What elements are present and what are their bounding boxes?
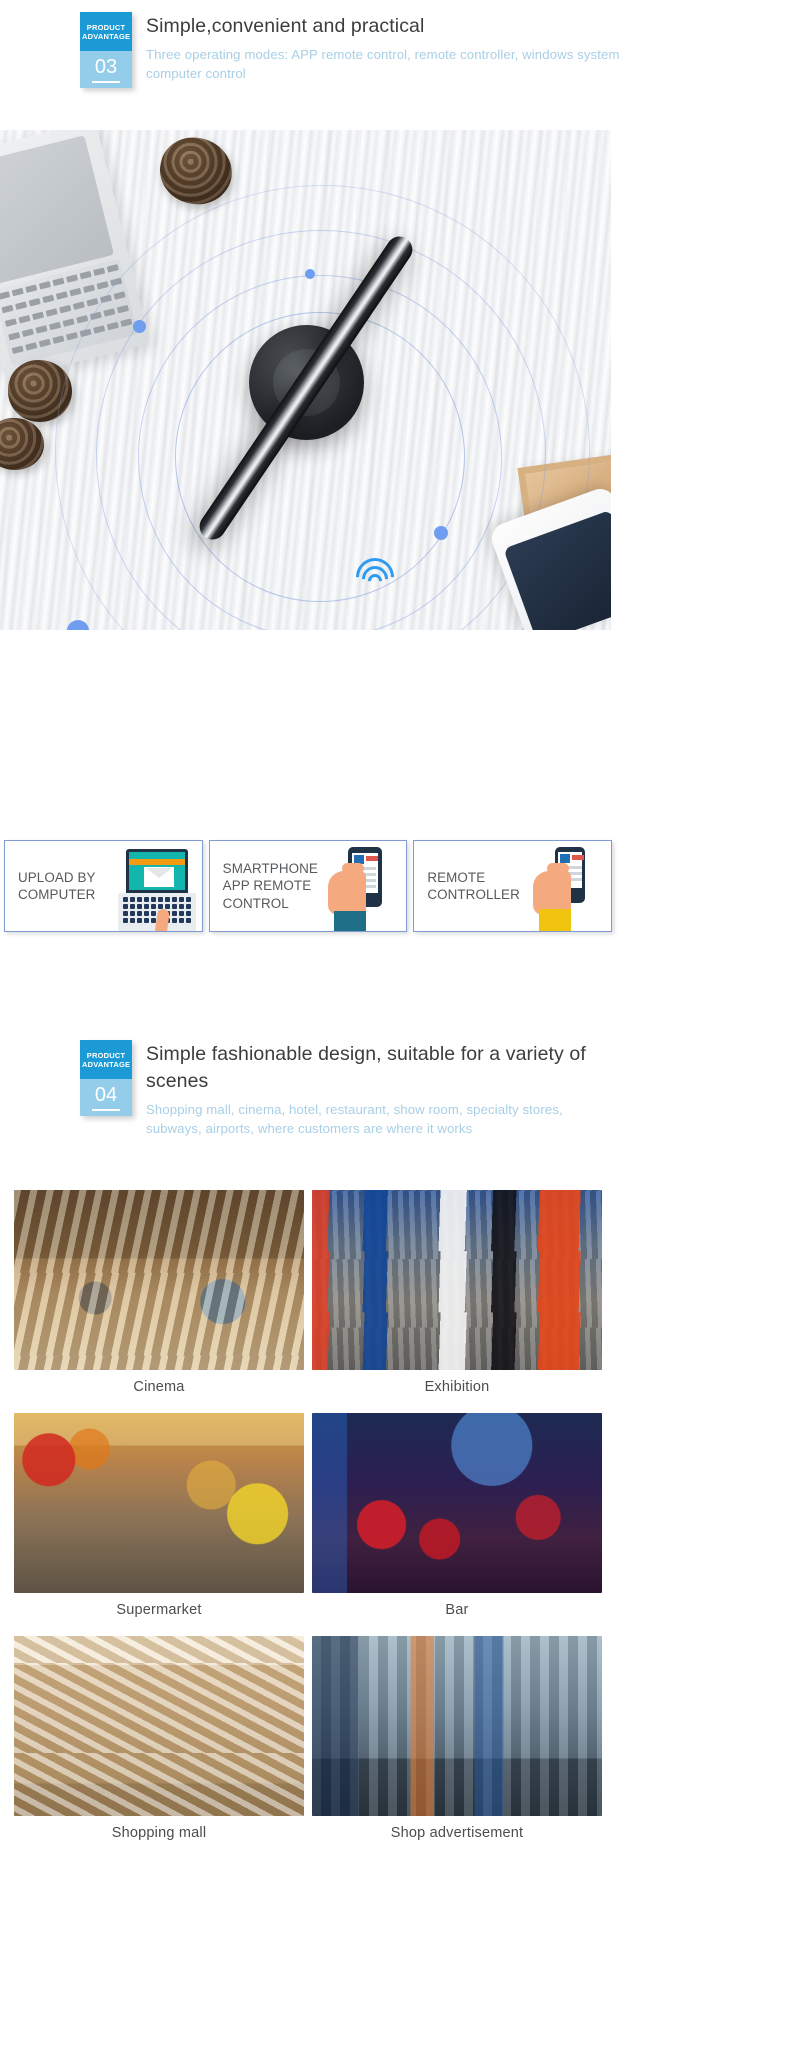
scene-caption: Shop advertisement	[390, 1825, 524, 1841]
scene-grid-row: Shopping mall Shop advertisement	[14, 1636, 602, 1853]
mode-card-label: REMOTE CONTROLLER	[427, 869, 520, 903]
supermarket-aisle-photo	[14, 1413, 304, 1593]
advantage-text-block: Simple,convenient and practical Three op…	[146, 12, 620, 83]
application-scene-grid: Cinema Exhibition Supermarket Bar Shoppi…	[14, 1190, 602, 1859]
product-advantage-section-03: PRODUCT ADVANTAGE 03 Simple,convenient a…	[80, 12, 620, 88]
advantage-subtitle: Shopping mall, cinema, hotel, restaurant…	[146, 1102, 563, 1136]
laptop-upload-icon	[117, 845, 196, 931]
scene-grid-row: Supermarket Bar	[14, 1413, 602, 1630]
scene-cell-cinema: Cinema	[14, 1190, 304, 1407]
smartphone-screen-prop	[503, 509, 611, 630]
advantage-badge-caption: PRODUCT ADVANTAGE	[80, 1040, 132, 1079]
mode-card-smartphone-app-remote-control[interactable]: SMARTPHONE APP REMOTE CONTROL	[208, 840, 408, 932]
scene-caption: Supermarket	[116, 1602, 202, 1618]
advantage-number: 03	[80, 51, 132, 88]
shop-storefront-photo	[312, 1636, 602, 1816]
scene-cell-supermarket: Supermarket	[14, 1413, 304, 1630]
scene-cell-exhibition: Exhibition	[312, 1190, 602, 1407]
product-advantage-section-04: PRODUCT ADVANTAGE 04 Simple fashionable …	[80, 1040, 610, 1138]
signal-dot-2	[305, 269, 315, 279]
badge-line-product: PRODUCT	[86, 1051, 126, 1060]
laptop-screen-prop	[0, 135, 115, 285]
scene-caption: Bar	[445, 1602, 469, 1618]
advantage-text-block: Simple fashionable design, suitable for …	[146, 1040, 610, 1138]
operating-modes-card-row: UPLOAD BY COMPUTER SMARTPHONE APP REMOTE…	[4, 840, 613, 932]
mode-card-remote-controller[interactable]: REMOTE CONTROLLER	[413, 840, 613, 932]
advantage-badge-caption: PRODUCT ADVANTAGE	[80, 12, 132, 51]
exhibition-hall-photo	[312, 1190, 602, 1370]
hero-product-photo	[0, 130, 611, 630]
hand-holding-remote-icon	[527, 845, 605, 931]
advantage-subtitle: Three operating modes: APP remote contro…	[146, 47, 620, 81]
mode-card-label: UPLOAD BY COMPUTER	[18, 869, 96, 903]
signal-dot-1	[133, 320, 146, 333]
advantage-badge-03: PRODUCT ADVANTAGE 03	[80, 12, 132, 88]
scene-cell-shopping-mall: Shopping mall	[14, 1636, 304, 1853]
scene-cell-bar: Bar	[312, 1413, 602, 1630]
scene-grid-row: Cinema Exhibition	[14, 1190, 602, 1407]
badge-line-advantage: ADVANTAGE	[82, 32, 131, 41]
scene-caption: Exhibition	[424, 1379, 490, 1395]
shopping-mall-escalator-photo	[14, 1636, 304, 1816]
advantage-number: 04	[80, 1079, 132, 1116]
scene-cell-shop-advertisement: Shop advertisement	[312, 1636, 602, 1853]
advantage-title: Simple fashionable design, suitable for …	[146, 1043, 586, 1092]
bar-interior-photo	[312, 1413, 602, 1593]
scene-caption: Shopping mall	[111, 1825, 207, 1841]
signal-dot-3	[434, 526, 448, 540]
scene-caption: Cinema	[133, 1379, 185, 1395]
advantage-badge-04: PRODUCT ADVANTAGE 04	[80, 1040, 132, 1116]
badge-line-advantage: ADVANTAGE	[82, 1060, 131, 1069]
advantage-title: Simple,convenient and practical	[146, 15, 425, 37]
cinema-interior-photo	[14, 1190, 304, 1370]
hand-holding-phone-icon	[322, 845, 400, 931]
mode-card-label: SMARTPHONE APP REMOTE CONTROL	[222, 860, 318, 911]
badge-line-product: PRODUCT	[86, 23, 126, 32]
mode-card-upload-by-computer[interactable]: UPLOAD BY COMPUTER	[4, 840, 203, 932]
